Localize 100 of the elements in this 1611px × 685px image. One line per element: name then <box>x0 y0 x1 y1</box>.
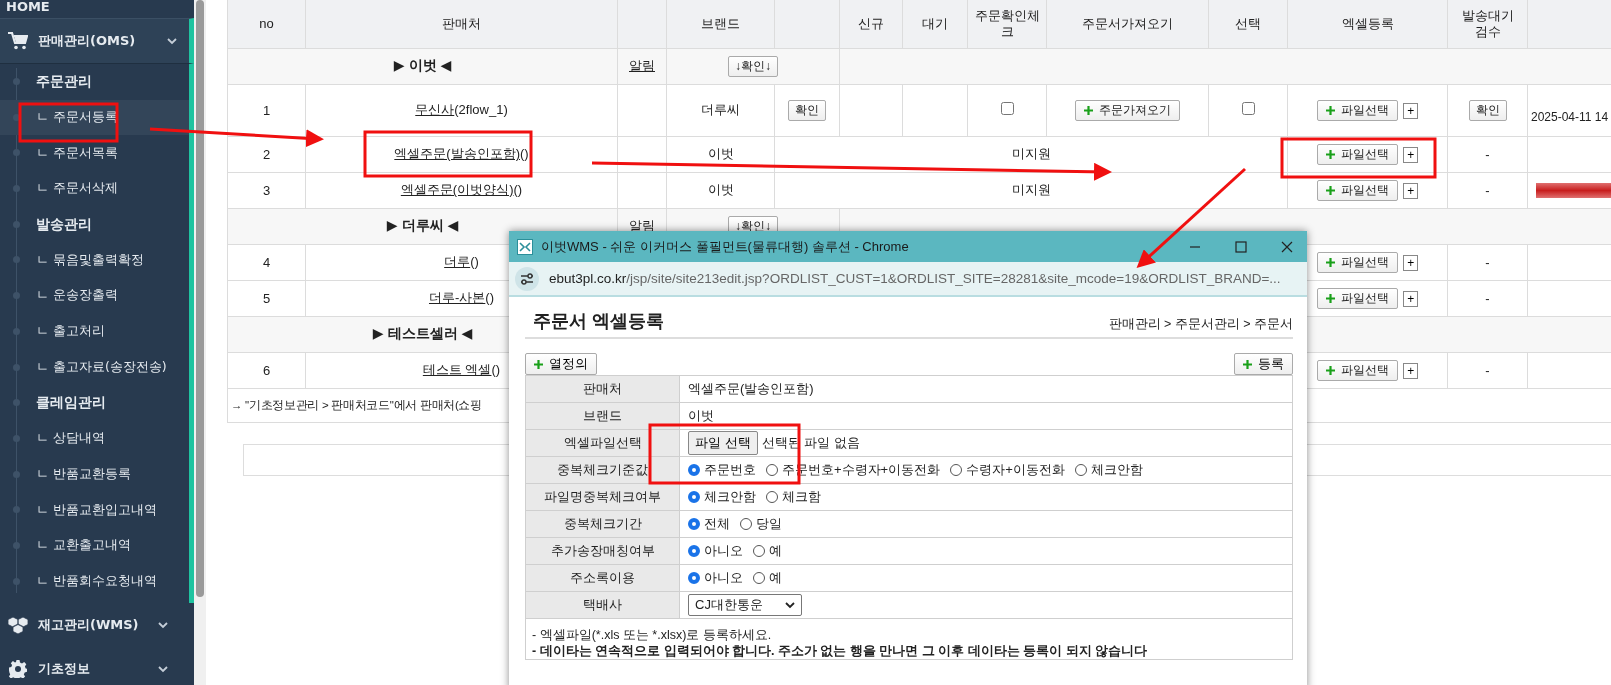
add-button[interactable]: + <box>1403 362 1419 379</box>
row-number: 5 <box>262 290 271 306</box>
menu-header[interactable]: 재고관리(WMS) <box>0 603 180 648</box>
column-header: 선택 <box>1208 0 1288 48</box>
submenu-item[interactable]: ㄴ 운송장출력 <box>0 278 189 314</box>
column-header: 주문확인체 크 <box>967 0 1047 48</box>
column-header: 신규 <box>839 0 903 48</box>
column-header: 주문서가져오기 <box>1046 0 1209 48</box>
menu-group-heading[interactable]: 주문관리 <box>0 64 189 100</box>
add-button[interactable]: + <box>1403 182 1419 199</box>
seller-link[interactable]: 더루-사본 <box>429 290 486 305</box>
column-definition-button[interactable]: 열정의 <box>525 353 597 375</box>
field-label: 중복체크기간 <box>525 510 680 538</box>
file-select-button[interactable]: 파일선택 <box>1316 287 1398 309</box>
column-header: 판매처 <box>305 0 618 48</box>
submenu-item[interactable]: ㄴ 상담내역 <box>0 420 189 457</box>
instruction-text: - 데이타는 연속적으로 입력되어야 합니다. 주소가 없는 행을 만나면 그 이후 데이타는 등록이 되지 않습니다 <box>532 643 1149 659</box>
seller-link[interactable]: 엑셀주문(발송인포함) <box>394 146 520 161</box>
submenu-item[interactable]: ㄴ 출고자료(송장전송) <box>0 349 189 386</box>
seller-name: 테스트 엑셀() <box>422 362 501 377</box>
submenu-item[interactable]: ㄴ 반품교환등록 <box>0 456 189 493</box>
courier-select[interactable]: CJ대한통운 <box>688 594 802 616</box>
radio-option[interactable]: 주문번호 <box>688 461 756 479</box>
field-label: 추가송장매칭여부 <box>525 537 680 565</box>
field-label: 택배사 <box>525 591 680 619</box>
file-select-button[interactable]: 파일선택 <box>1316 99 1398 121</box>
menu-header[interactable]: 기초정보 <box>0 647 180 685</box>
row-number: 4 <box>262 254 271 270</box>
seller-name: 더루() <box>444 254 479 269</box>
date-text: 2025-04-11 14 <box>1530 109 1609 124</box>
column-header: 대기 <box>902 0 968 48</box>
file-select-button[interactable]: 파일선택 <box>1316 179 1398 201</box>
confirm-button[interactable]: 확인 <box>1468 99 1507 121</box>
instruction-text: - 엑셀파일(*.xls 또는 *.xlsx)로 등록하세요. <box>532 627 773 643</box>
submenu-item[interactable]: ㄴ 주문서목록 <box>0 135 189 172</box>
submenu-item[interactable]: ㄴ 묶음및출력확정 <box>0 242 189 279</box>
add-button[interactable]: + <box>1403 290 1419 307</box>
submenu-item[interactable]: ㄴ 교환출고내역 <box>0 527 189 564</box>
add-button[interactable]: + <box>1403 254 1419 271</box>
register-button[interactable]: 등록 <box>1234 353 1293 375</box>
radio-option[interactable]: 체크안함 <box>1074 461 1143 479</box>
file-select-button[interactable]: 파일선택 <box>1316 143 1398 165</box>
file-select-button[interactable]: 파일선택 <box>1316 251 1398 273</box>
seller-link[interactable]: 무신사 <box>415 102 455 117</box>
menu-group-heading[interactable]: 발송관리 <box>0 206 189 243</box>
row-number: 2 <box>262 146 271 162</box>
radio-option[interactable]: 당일 <box>740 515 782 533</box>
radio-option[interactable]: 아니오 <box>688 569 743 587</box>
dash-text: - <box>1485 362 1490 378</box>
confirm-button[interactable]: ↓확인↓ <box>728 55 778 77</box>
submenu-item[interactable]: ㄴ 출고처리 <box>0 313 189 350</box>
row-number: 1 <box>262 102 271 118</box>
field-label: 엑셀파일선택 <box>525 429 680 457</box>
field-value: 엑셀주문(발송인포함) <box>688 381 814 396</box>
radio-option[interactable]: 예 <box>753 542 782 560</box>
radio-option[interactable]: 체크함 <box>766 488 821 506</box>
field-label: 주소록이용 <box>525 564 680 592</box>
confirm-button[interactable]: 확인 <box>788 99 826 121</box>
brand-name: 이벗 <box>707 182 734 197</box>
radio-option[interactable]: 수령자+이동전화 <box>950 461 1065 479</box>
field-value: 이벗 <box>688 408 714 423</box>
group-title: ▶ 이벗 ◀ <box>227 48 618 84</box>
fetch-orders-button[interactable]: 주문가져오기 <box>1075 99 1180 121</box>
submenu-item[interactable]: ㄴ 반품교환입고내역 <box>0 492 189 528</box>
seller-link[interactable]: 더루 <box>444 254 471 269</box>
submenu-item[interactable]: ㄴ 주문서등록 <box>0 99 189 136</box>
field-label: 파일명중복체크여부 <box>525 483 680 511</box>
seller-link[interactable]: 테스트 엑셀 <box>422 362 492 377</box>
row-number: 3 <box>262 182 271 198</box>
radio-option[interactable]: 체크안함 <box>688 488 756 506</box>
add-button[interactable]: + <box>1403 102 1419 119</box>
column-header: 브랜드 <box>666 0 775 48</box>
brand-name: 이벗 <box>707 146 734 161</box>
column-header: no <box>227 0 306 48</box>
row-number: 6 <box>262 362 271 378</box>
seller-name: 더루-사본() <box>429 290 494 305</box>
add-button[interactable]: + <box>1403 146 1419 163</box>
field-label: 브랜드 <box>525 402 680 430</box>
file-select-button[interactable]: 파일선택 <box>1316 359 1398 381</box>
dash-text: - <box>1485 182 1490 198</box>
dash-text: - <box>1485 290 1490 306</box>
dash-text: - <box>1485 254 1490 270</box>
brand-name: 더루씨 <box>701 102 740 117</box>
dash-text: - <box>1485 146 1490 162</box>
radio-option[interactable]: 전체 <box>688 515 730 533</box>
menu-group-heading[interactable]: 클레임관리 <box>0 385 189 421</box>
choose-file-button[interactable]: 파일 선택 <box>688 431 758 455</box>
breadcrumb: 판매관리 > 주문서관리 > 주문서 <box>1108 316 1293 333</box>
submenu-item[interactable]: ㄴ 반품회수요청내역 <box>0 563 189 600</box>
menu-header[interactable]: 판매관리(OMS) <box>0 18 194 64</box>
field-label: 판매처 <box>525 375 680 403</box>
radio-option[interactable]: 예 <box>753 569 782 587</box>
radio-option[interactable]: 아니오 <box>688 542 743 560</box>
seller-link[interactable]: 엑셀주문(이벗양식) <box>400 182 514 197</box>
seller-name: 엑셀주문(발송인포함)() <box>394 146 529 161</box>
seller-name: 엑셀주문(이벗양식)() <box>400 182 523 197</box>
submenu-item[interactable]: ㄴ 주문서삭제 <box>0 171 189 207</box>
home-link[interactable]: HOME <box>0 0 50 18</box>
status-text: 미지원 <box>1011 146 1051 161</box>
column-header: 엑셀등록 <box>1287 0 1448 48</box>
